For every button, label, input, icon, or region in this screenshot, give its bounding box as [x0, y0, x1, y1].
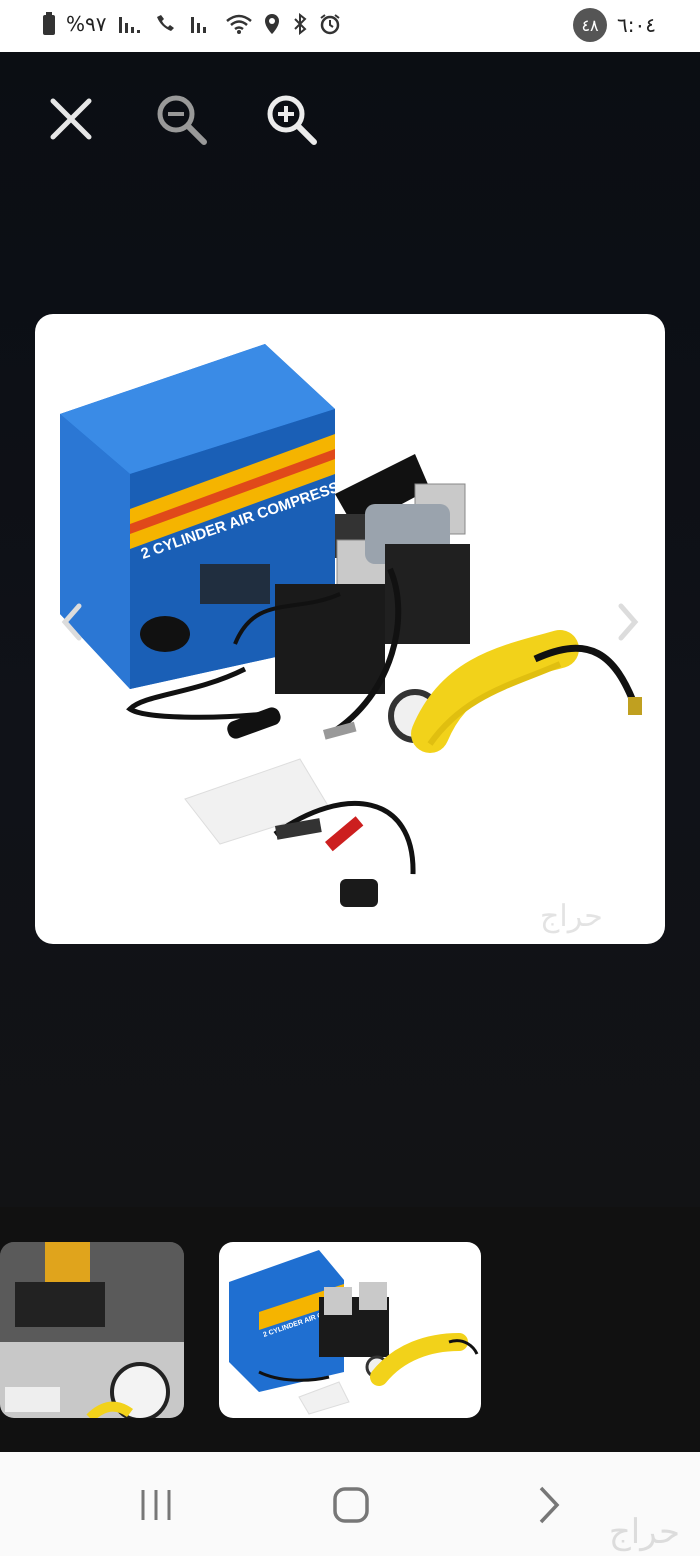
previous-image-button[interactable]	[57, 602, 87, 642]
viewer-toolbar	[42, 92, 320, 150]
nav-watermark: حراج	[608, 1512, 680, 1552]
thumbnail-2-image: 2 CYLINDER AIR COMPRESSOR	[229, 1250, 479, 1415]
zoom-out-button[interactable]	[152, 92, 210, 150]
chevron-right-icon	[613, 603, 643, 646]
home-icon	[328, 1487, 374, 1532]
status-left: %٩٧	[42, 12, 341, 36]
thumbnail-strip: 2 CYLINDER AIR COMPRESSOR	[0, 1207, 700, 1452]
battery-percent: %٩٧	[66, 12, 107, 36]
thumbnail-1[interactable]	[0, 1242, 184, 1418]
status-bar: %٩٧ ٤٨ ٦:٠٤	[0, 0, 700, 52]
bluetooth-icon	[291, 13, 309, 35]
notification-badge: ٤٨	[573, 8, 608, 42]
image-watermark: حراج	[540, 899, 603, 934]
close-icon	[49, 97, 93, 145]
product-image[interactable]: 2 CYLINDER AIR COMPRESSOR حراج	[35, 314, 665, 944]
back-icon	[525, 1486, 571, 1532]
close-button[interactable]	[42, 92, 100, 150]
clock: ٦:٠٤	[617, 13, 656, 37]
zoom-in-button[interactable]	[262, 92, 320, 150]
image-viewer: 2 CYLINDER AIR COMPRESSOR حراج	[0, 52, 700, 1207]
recents-icon	[133, 1490, 179, 1532]
wifi-icon	[225, 13, 253, 35]
status-right: ٤٨ ٦:٠٤	[573, 8, 656, 42]
location-icon	[263, 13, 281, 35]
signal-icon	[117, 13, 143, 35]
next-image-button[interactable]	[613, 602, 643, 642]
thumbnail-1-image	[0, 1242, 184, 1418]
home-button[interactable]	[328, 1482, 374, 1528]
wifi-calling-icon	[153, 13, 179, 35]
zoom-in-icon	[264, 92, 318, 150]
alarm-icon	[319, 13, 341, 35]
back-button[interactable]	[525, 1482, 571, 1528]
thumbnail-2[interactable]: 2 CYLINDER AIR COMPRESSOR	[219, 1242, 481, 1418]
product-illustration: 2 CYLINDER AIR COMPRESSOR حراج	[60, 344, 642, 934]
battery-icon	[42, 12, 56, 36]
recents-button[interactable]	[133, 1482, 179, 1528]
system-nav-bar: حراج	[0, 1452, 700, 1556]
zoom-out-icon	[154, 92, 208, 150]
chevron-left-icon	[57, 603, 87, 646]
signal-2-icon	[189, 13, 215, 35]
